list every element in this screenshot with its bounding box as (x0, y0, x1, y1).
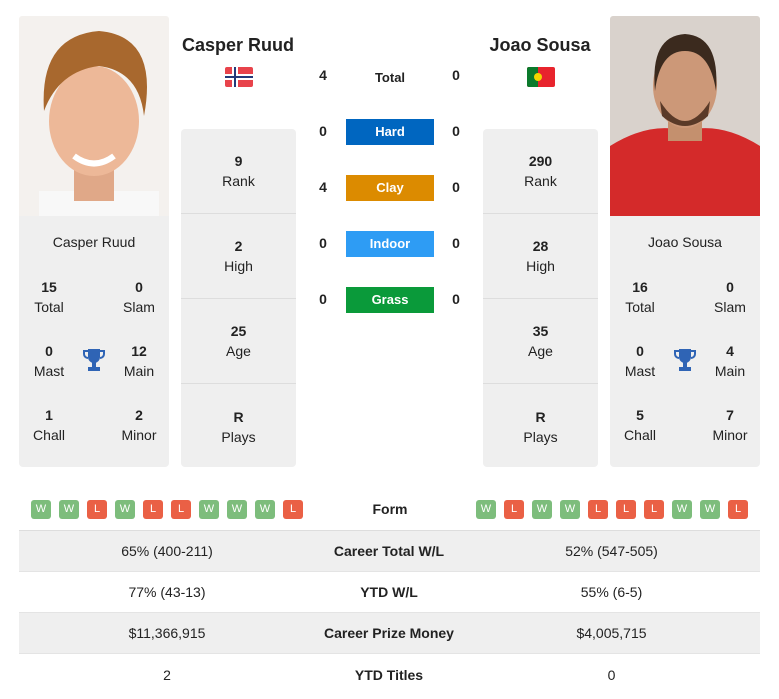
table-row: 77% (43-13) YTD W/L 55% (6-5) (19, 572, 760, 613)
player2-stats-card: 290 Rank 28 High 35 Age R Plays (483, 129, 598, 467)
player1-h2h-indoor: 0 (319, 235, 327, 251)
player1-total-titles: 15 Total (34, 279, 64, 315)
player2-rank: 290 Rank (483, 129, 598, 214)
form-badge-win: W (227, 500, 247, 519)
trophy-icon (83, 349, 105, 371)
table-row: 65% (400-211) Career Total W/L 52% (547-50… (19, 531, 760, 572)
player1-h2h-clay: 4 (319, 179, 327, 195)
player1-slam-titles: 0 Slam (123, 279, 155, 315)
norway-flag-icon (225, 67, 253, 87)
player1-value: $11,366,915 (128, 625, 206, 641)
player2-slam-titles: 0 Slam (714, 279, 746, 315)
player2-value: $4,005,715 (576, 625, 647, 641)
player2-value: 0 (607, 666, 616, 683)
surface-grass-label: Grass (346, 287, 434, 313)
player2-masters-titles: 0 Mast (624, 343, 656, 379)
form-badge-win: W (115, 500, 135, 519)
player2-plays: R Plays (523, 408, 558, 445)
comparison-table: 65% (400-211) Career Total W/L 52% (547-50… (19, 530, 760, 695)
player1-h2h-hard: 0 (319, 123, 327, 139)
form-badge-win: W (255, 500, 275, 519)
player2-h2h-hard: 0 (452, 123, 460, 139)
player1-value: 2 (163, 666, 171, 683)
form-badge-loss: L (504, 500, 524, 519)
player2-h2h-clay: 0 (452, 179, 460, 195)
player1-name-heading[interactable]: Casper Ruud (163, 35, 313, 56)
form-badge-win: W (560, 500, 580, 519)
player2-high: 28 High (483, 214, 598, 299)
surface-indoor-label: Indoor (346, 231, 434, 257)
row-label: Career Total W/L (333, 543, 445, 559)
table-row: $11,366,915 Career Prize Money $4,005,715 (19, 613, 760, 654)
row-label: YTD Titles (354, 666, 424, 683)
player1-photo (19, 16, 169, 216)
player1-form: WWLWLLWWWL (31, 500, 303, 519)
surface-hard-label: Hard (346, 119, 434, 145)
player1-h2h-grass: 0 (319, 291, 327, 307)
player1-minor-titles: 2 Minor (121, 407, 157, 443)
player1-plays: R Plays (221, 408, 256, 445)
form-badge-loss: L (283, 500, 303, 519)
surface-clay-label: Clay (346, 175, 434, 201)
player1-age: 25 Age (181, 299, 296, 384)
player1-main-titles: 12 Main (123, 343, 155, 379)
player2-photo (610, 16, 760, 216)
player1-value: 65% (400-211) (121, 543, 213, 559)
form-badge-loss: L (87, 500, 107, 519)
row-label: Career Prize Money (324, 625, 454, 641)
player1-rank: 9 Rank (181, 129, 296, 214)
player1-stats-card: 9 Rank 2 High 25 Age R Plays (181, 129, 296, 467)
player2-h2h-grass: 0 (452, 291, 460, 307)
portugal-flag-icon (527, 67, 555, 87)
player1-high: 2 High (181, 214, 296, 299)
player2-value: 52% (547-505) (565, 543, 658, 559)
player1-challenger-titles: 1 Chall (33, 407, 65, 443)
form-badge-win: W (532, 500, 552, 519)
player2-age: 35 Age (483, 299, 598, 384)
form-badge-loss: L (588, 500, 608, 519)
form-badge-win: W (700, 500, 720, 519)
player2-minor-titles: 7 Minor (712, 407, 748, 443)
player2-form: WLWWLLLWWL (476, 500, 748, 519)
h2h-total-label: Total (374, 70, 406, 85)
player2-total-titles: 16 Total (625, 279, 655, 315)
form-badge-win: W (31, 500, 51, 519)
form-badge-win: W (476, 500, 496, 519)
player1-name[interactable]: Casper Ruud (19, 234, 169, 250)
player2-info-card: Joao Sousa 16 Total 0 Slam 0 Mast 4 Main 5 Ch… (610, 216, 760, 467)
player2-value: 55% (6-5) (580, 584, 643, 600)
row-label: YTD W/L (360, 584, 418, 600)
player1-masters-titles: 0 Mast (33, 343, 65, 379)
form-badge-win: W (672, 500, 692, 519)
player2-h2h-indoor: 0 (452, 235, 460, 251)
form-badge-loss: L (728, 500, 748, 519)
form-badge-loss: L (171, 500, 191, 519)
player1-h2h-total: 4 (319, 67, 327, 83)
player2-name[interactable]: Joao Sousa (610, 234, 760, 250)
form-badge-win: W (199, 500, 219, 519)
table-row: 2 YTD Titles 0 (19, 654, 760, 695)
form-badge-loss: L (616, 500, 636, 519)
player1-info-card: Casper Ruud 15 Total 0 Slam 0 Mast 12 Main 1… (19, 216, 169, 467)
player2-h2h-total: 0 (452, 67, 460, 83)
player2-challenger-titles: 5 Chall (624, 407, 656, 443)
player2-name-heading[interactable]: Joao Sousa (465, 35, 615, 56)
form-badge-loss: L (644, 500, 664, 519)
player2-main-titles: 4 Main (714, 343, 746, 379)
form-badge-loss: L (143, 500, 163, 519)
trophy-icon (674, 349, 696, 371)
form-badge-win: W (59, 500, 79, 519)
form-label: Form (372, 501, 408, 517)
player1-value: 77% (43-13) (128, 584, 206, 600)
